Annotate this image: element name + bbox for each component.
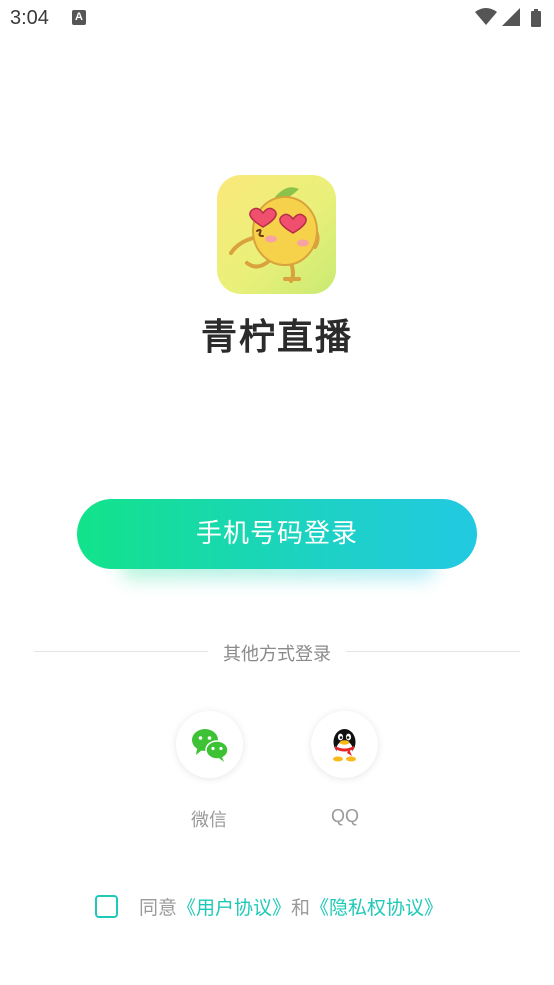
user-agreement-link[interactable]: 《用户协议》 bbox=[177, 897, 291, 919]
app-name: 青柠直播 bbox=[200, 317, 353, 358]
divider-right bbox=[346, 651, 520, 652]
agreement-checkbox[interactable] bbox=[95, 895, 118, 918]
signal-icon bbox=[502, 8, 520, 26]
status-bar: 3:04 A bbox=[0, 0, 554, 38]
app-logo bbox=[217, 175, 336, 294]
status-time: 3:04 bbox=[10, 7, 49, 29]
agreement-prefix: 同意 bbox=[139, 897, 178, 919]
wechat-label: 微信 bbox=[191, 810, 227, 831]
battery-icon bbox=[531, 9, 541, 27]
wechat-login-button[interactable] bbox=[176, 711, 243, 778]
other-login-title: 其他方式登录 bbox=[223, 644, 331, 665]
agreement-conjunction: 和 bbox=[291, 897, 311, 919]
privacy-agreement-link[interactable]: 《隐私权协议》 bbox=[310, 897, 443, 919]
qq-login-button[interactable] bbox=[311, 711, 378, 778]
wechat-icon bbox=[192, 729, 229, 762]
qq-icon bbox=[333, 729, 356, 762]
lemon-mascot-icon bbox=[229, 187, 320, 283]
qq-label: QQ bbox=[330, 806, 359, 826]
notification-icon: A bbox=[72, 10, 86, 25]
wifi-icon bbox=[475, 8, 497, 25]
phone-login-button[interactable]: 手机号码登录 bbox=[77, 499, 477, 569]
agreement-text: 同意《用户协议》和《隐私权协议》 bbox=[139, 895, 443, 921]
